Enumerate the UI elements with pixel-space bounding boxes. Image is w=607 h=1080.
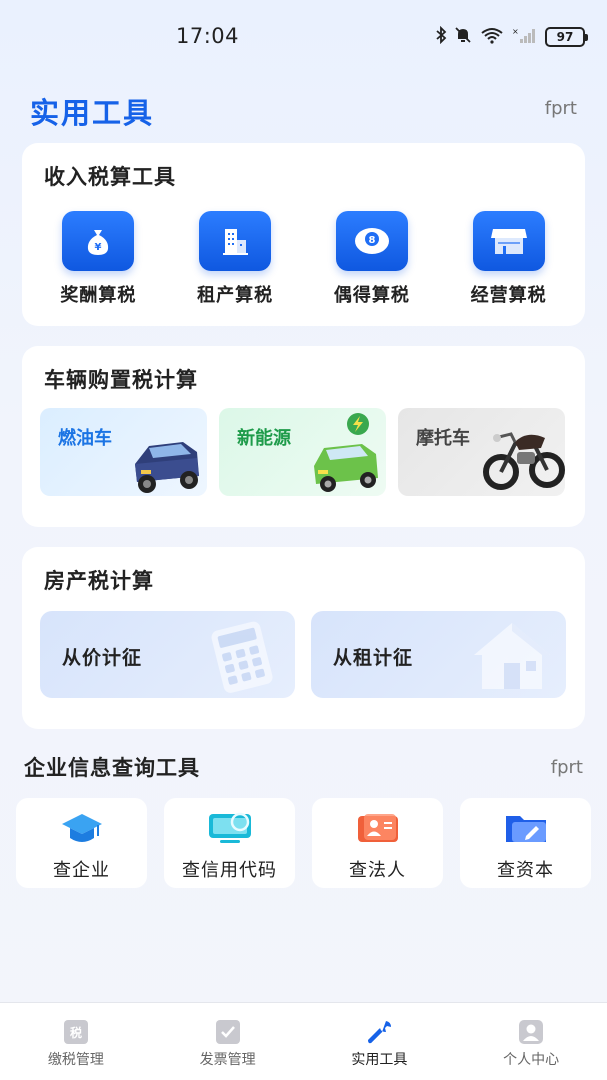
motorcycle-icon: [483, 432, 565, 490]
enterprise-query-title: 企业信息查询工具: [24, 756, 200, 780]
bluetooth-icon: [435, 25, 447, 48]
query-enterprise-button[interactable]: 查企业: [16, 798, 147, 888]
nav-label: 缴税管理: [47, 1052, 104, 1068]
query-label: 查资本: [497, 860, 554, 881]
nav-personal-center[interactable]: 个人中心: [455, 1003, 607, 1080]
nav-tax-management[interactable]: 税 缴税管理: [0, 1003, 152, 1080]
page-tag: fprt: [544, 98, 577, 119]
tool-label: 经营算税: [470, 285, 547, 306]
nav-label: 实用工具: [351, 1052, 408, 1068]
income-tools-grid: ¥ 奖酬算税 租产算税 8 偶得算税 经营算税: [22, 211, 585, 307]
vehicle-ev-button[interactable]: 新能源: [219, 408, 386, 496]
status-time: 17:04: [176, 24, 240, 48]
invoice-icon: [211, 1017, 245, 1047]
query-capital-button[interactable]: 查资本: [460, 798, 591, 888]
nav-invoice-management[interactable]: 发票管理: [152, 1003, 304, 1080]
money-bag-icon: ¥: [62, 211, 135, 271]
svg-text:8: 8: [368, 235, 375, 246]
tool-reward-tax[interactable]: ¥ 奖酬算税: [38, 211, 158, 307]
signal-icon: ×: [512, 26, 538, 48]
status-icons: × 97: [435, 25, 588, 48]
vehicle-motorcycle-button[interactable]: 摩托车: [398, 408, 565, 496]
nav-practical-tools[interactable]: 实用工具: [304, 1003, 456, 1080]
graduation-cap-icon: [57, 808, 107, 848]
vehicle-label: 新能源: [237, 428, 291, 449]
property-label: 从租计征: [333, 647, 414, 669]
tool-label: 租产算税: [197, 285, 274, 306]
tool-rent-tax[interactable]: 租产算税: [175, 211, 295, 307]
page-title: 实用工具: [30, 96, 155, 130]
tool-business-tax[interactable]: 经营算税: [449, 211, 569, 307]
person-icon: [514, 1017, 548, 1047]
property-row: 从价计征 从租计征: [40, 611, 566, 698]
monitor-icon: [205, 808, 255, 848]
wifi-icon: [479, 26, 505, 48]
tool-label: 偶得算税: [333, 285, 410, 306]
income-tools-title: 收入税算工具: [44, 165, 176, 189]
vehicle-fuel-button[interactable]: 燃油车: [40, 408, 207, 496]
query-credit-code-button[interactable]: 查信用代码: [164, 798, 295, 888]
electric-car-icon: [314, 413, 378, 492]
vehicle-row: 燃油车 新能源 摩托车: [40, 408, 565, 496]
id-card-icon: [353, 808, 403, 848]
property-value-based-button[interactable]: 从价计征: [40, 611, 295, 698]
folder-icon: [501, 808, 551, 848]
svg-text:税: 税: [70, 1025, 82, 1040]
vehicle-label: 摩托车: [416, 428, 470, 449]
vehicle-label: 燃油车: [58, 428, 112, 449]
calculator-icon: [211, 621, 273, 693]
status-bar: 17:04 × 97: [0, 0, 607, 72]
enterprise-query-row: 查企业 查信用代码 查法人 查资本: [16, 798, 591, 888]
svg-text:¥: ¥: [95, 242, 102, 253]
battery-icon: 97: [545, 27, 588, 47]
building-icon: [199, 211, 272, 271]
house-icon: [474, 623, 550, 689]
nav-label: 个人中心: [503, 1052, 560, 1068]
property-tax-title: 房产税计算: [44, 569, 154, 593]
query-label: 查信用代码: [182, 860, 277, 881]
shop-icon: [472, 211, 545, 271]
property-rent-based-button[interactable]: 从租计征: [311, 611, 566, 698]
mute-bell-icon: [454, 26, 472, 48]
vehicle-tax-card: 车辆购置税计算 燃油车 新能源 摩托车: [22, 346, 585, 527]
query-label: 查法人: [349, 860, 406, 881]
tool-label: 奖酬算税: [60, 285, 137, 306]
query-legal-person-button[interactable]: 查法人: [312, 798, 443, 888]
enterprise-query-tag: fprt: [550, 757, 583, 778]
property-tax-card: 房产税计算 从价计征 从租计征: [22, 547, 585, 729]
vehicle-tax-title: 车辆购置税计算: [44, 368, 198, 392]
query-label: 查企业: [53, 860, 110, 881]
pickup-truck-icon: [135, 442, 199, 493]
tax-receipt-icon: 税: [59, 1017, 93, 1047]
svg-text:×: ×: [512, 27, 519, 36]
income-tools-card: 收入税算工具 ¥ 奖酬算税 租产算税 8 偶得算税 经营算税: [22, 143, 585, 326]
bottom-nav: 税 缴税管理 发票管理 实用工具 个人中心: [0, 1002, 607, 1080]
wrench-icon: [362, 1017, 396, 1047]
property-label: 从价计征: [62, 647, 143, 669]
nav-label: 发票管理: [199, 1052, 256, 1068]
lottery-ball-icon: 8: [335, 211, 408, 271]
tool-windfall-tax[interactable]: 8 偶得算税: [312, 211, 432, 307]
